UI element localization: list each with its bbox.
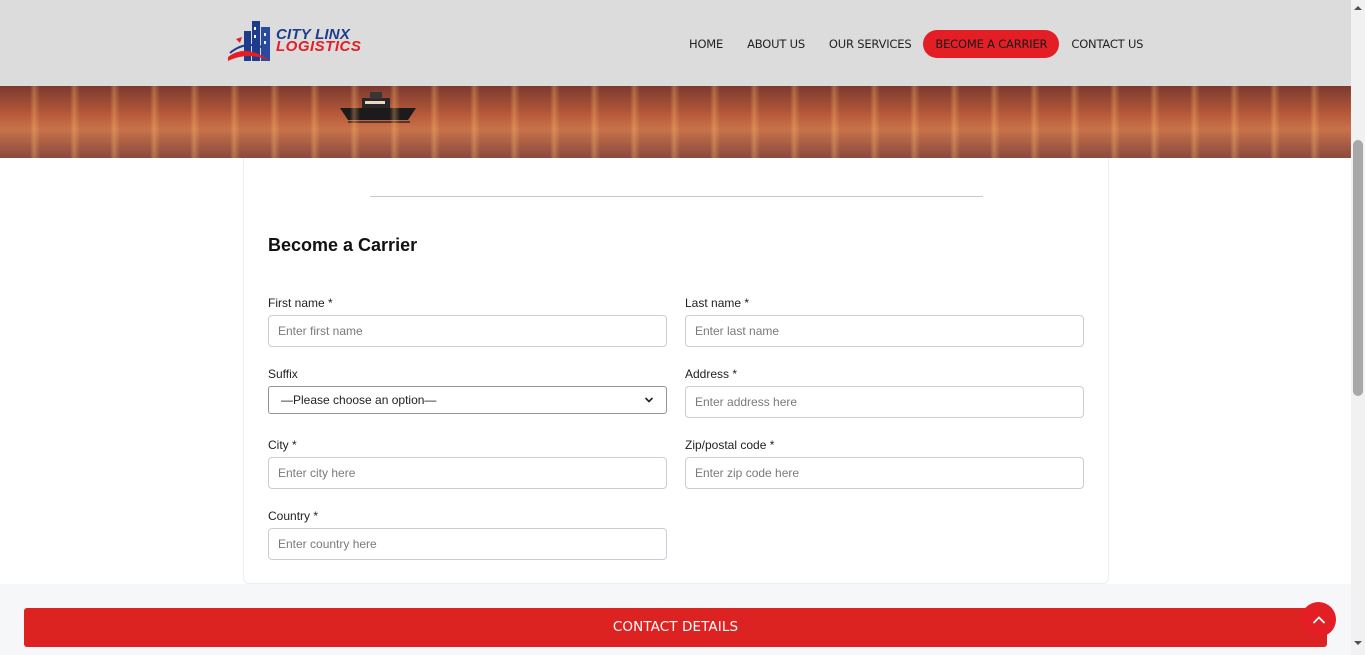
country-label: Country *: [268, 509, 319, 523]
scroll-down-arrow-icon[interactable]: [1354, 639, 1362, 647]
zip-input[interactable]: [685, 457, 1084, 489]
logo[interactable]: CITY LINX LOGISTICS: [226, 16, 376, 66]
chevron-up-icon: [1312, 615, 1325, 623]
logo-line2: LOGISTICS: [276, 38, 362, 55]
form-title: Become a Carrier: [268, 235, 418, 255]
nav-about-us[interactable]: ABOUT US: [735, 30, 817, 58]
nav-contact-us[interactable]: CONTACT US: [1059, 30, 1155, 58]
last-name-label: Last name *: [685, 296, 750, 310]
scroll-up-arrow-icon[interactable]: [1354, 4, 1362, 12]
divider: [370, 196, 983, 197]
main-nav: HOME ABOUT US OUR SERVICES BECOME A CARR…: [677, 30, 1155, 58]
scrollbar-thumb[interactable]: [1353, 140, 1363, 396]
city-label: City *: [268, 438, 297, 452]
nav-home[interactable]: HOME: [677, 30, 735, 58]
nav-become-a-carrier[interactable]: BECOME A CARRIER: [923, 30, 1060, 58]
suffix-selected-value: —Please choose an option—: [281, 393, 437, 407]
first-name-label: First name *: [268, 296, 333, 310]
country-input[interactable]: [268, 528, 667, 560]
scroll-to-top-button[interactable]: [1301, 602, 1336, 637]
site-header: CITY LINX LOGISTICS HOME ABOUT US OUR SE…: [0, 0, 1351, 86]
bottom-section: CONTACT DETAILS: [0, 584, 1351, 655]
boat-image: [340, 92, 416, 123]
last-name-input[interactable]: [685, 315, 1084, 347]
chevron-down-icon: [644, 397, 654, 403]
page-scrollbar[interactable]: [1351, 0, 1365, 655]
suffix-label: Suffix: [268, 367, 298, 381]
address-input[interactable]: [685, 386, 1084, 418]
hero-banner-image: [0, 86, 1351, 158]
city-input[interactable]: [268, 457, 667, 489]
nav-our-services[interactable]: OUR SERVICES: [817, 30, 924, 58]
zip-label: Zip/postal code *: [685, 438, 775, 452]
logo-mark-icon: [228, 21, 270, 61]
suffix-select[interactable]: —Please choose an option—: [268, 386, 667, 414]
address-label: Address *: [685, 367, 738, 381]
carrier-form-card: Become a Carrier First name * Last name …: [243, 158, 1109, 584]
first-name-input[interactable]: [268, 315, 667, 347]
contact-details-button[interactable]: CONTACT DETAILS: [24, 608, 1327, 647]
